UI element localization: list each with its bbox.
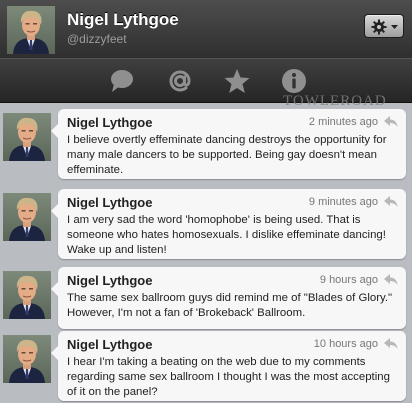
tweet-bubble: Nigel Lythgoe 9 minutes ago I am very sa… — [51, 189, 406, 259]
tweet-text: I believe overtly effeminate dancing des… — [67, 134, 387, 176]
speech-bubble-icon — [111, 70, 133, 92]
tweet-author[interactable]: Nigel Lythgoe — [67, 337, 152, 352]
tweet-bubble: Nigel Lythgoe 10 hours ago I hear I'm ta… — [51, 331, 406, 401]
tweet-text: I hear I'm taking a beating on the web d… — [67, 356, 390, 398]
at-sign-icon — [169, 70, 191, 92]
reply-icon[interactable] — [384, 338, 398, 349]
tweet-avatar[interactable] — [3, 335, 51, 383]
profile-header: Nigel Lythgoe @dizzyfeet — [0, 0, 412, 58]
reply-icon[interactable] — [384, 274, 398, 285]
reply-icon[interactable] — [384, 116, 398, 127]
chevron-down-icon — [391, 25, 398, 29]
tweet-item[interactable]: Nigel Lythgoe 9 hours ago The same sex b… — [0, 261, 412, 329]
tweet-time: 9 minutes ago — [308, 196, 378, 208]
tweet-item[interactable]: Nigel Lythgoe 2 minutes ago I believe ov… — [0, 103, 412, 179]
tweet-time: 2 minutes ago — [308, 116, 378, 128]
tweet-avatar[interactable] — [3, 271, 51, 319]
info-icon — [282, 69, 306, 93]
gear-icon — [371, 19, 387, 35]
star-icon — [224, 69, 250, 93]
tweet-time: 9 hours ago — [319, 274, 378, 286]
profile-handle: @dizzyfeet — [67, 32, 127, 46]
tweet-item[interactable]: Nigel Lythgoe 9 minutes ago I am very sa… — [0, 183, 412, 259]
tweet-text: I am very sad the word 'homophobe' is be… — [67, 214, 386, 256]
tweet-timeline: Nigel Lythgoe 2 minutes ago I believe ov… — [0, 103, 412, 403]
tweet-author[interactable]: Nigel Lythgoe — [67, 273, 152, 288]
settings-menu-button[interactable] — [364, 14, 404, 38]
profile-name: Nigel Lythgoe — [67, 10, 179, 29]
tweet-bubble: Nigel Lythgoe 9 hours ago The same sex b… — [51, 267, 406, 329]
tweet-avatar[interactable] — [3, 113, 51, 161]
tweet-bubble: Nigel Lythgoe 2 minutes ago I believe ov… — [51, 109, 406, 179]
tweet-time: 10 hours ago — [313, 338, 378, 350]
tweet-avatar[interactable] — [3, 193, 51, 241]
tab-favorites[interactable] — [223, 67, 251, 95]
tweet-text: The same sex ballroom guys did remind me… — [67, 292, 393, 319]
profile-avatar[interactable] — [7, 6, 55, 54]
tweet-author[interactable]: Nigel Lythgoe — [67, 195, 152, 210]
tab-messages[interactable] — [108, 67, 136, 95]
reply-icon[interactable] — [384, 196, 398, 207]
tab-info[interactable] — [280, 67, 308, 95]
tweet-author[interactable]: Nigel Lythgoe — [67, 115, 152, 130]
tab-mentions[interactable] — [166, 67, 194, 95]
tweet-item[interactable]: Nigel Lythgoe 10 hours ago I hear I'm ta… — [0, 325, 412, 401]
